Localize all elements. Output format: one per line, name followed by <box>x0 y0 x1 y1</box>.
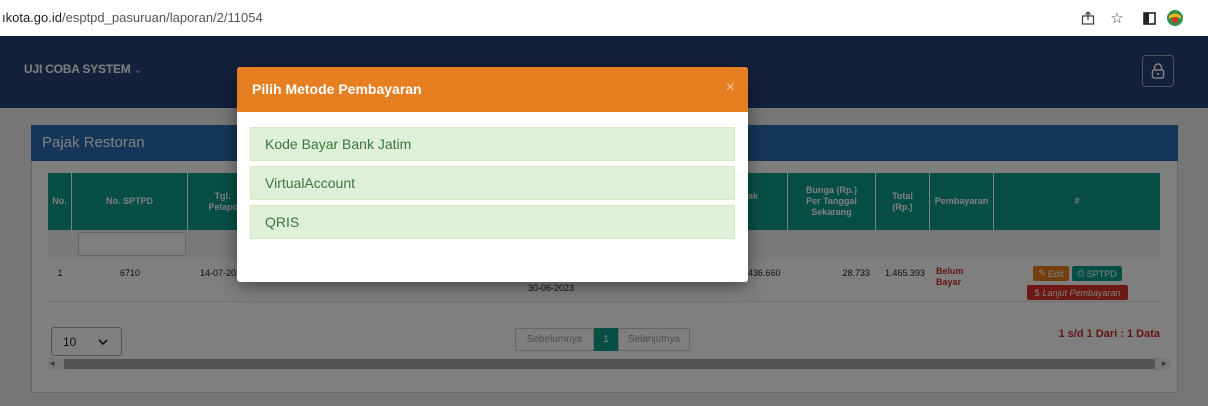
share-icon[interactable] <box>1080 8 1096 28</box>
option-kode-bayar-bank-jatim[interactable]: Kode Bayar Bank Jatim <box>250 127 735 161</box>
option-qris[interactable]: QRIS <box>250 205 735 239</box>
modal-title: Pilih Metode Pembayaran <box>252 81 422 97</box>
url-path: /esptpd_pasuruan/laporan/2/11054 <box>62 10 263 25</box>
extension-icon[interactable] <box>1165 8 1185 28</box>
star-icon[interactable]: ☆ <box>1108 8 1126 28</box>
option-virtual-account[interactable]: VirtualAccount <box>250 166 735 200</box>
sidebar-icon[interactable] <box>1141 8 1157 28</box>
address-bar[interactable]: ıkota.go.id/esptpd_pasuruan/laporan/2/11… <box>2 10 263 25</box>
url-host: ıkota.go.id <box>2 10 62 25</box>
payment-method-modal: Pilih Metode Pembayaran × Kode Bayar Ban… <box>237 67 748 282</box>
browser-toolbar: ıkota.go.id/esptpd_pasuruan/laporan/2/11… <box>0 0 1208 36</box>
close-icon[interactable]: × <box>726 80 735 96</box>
